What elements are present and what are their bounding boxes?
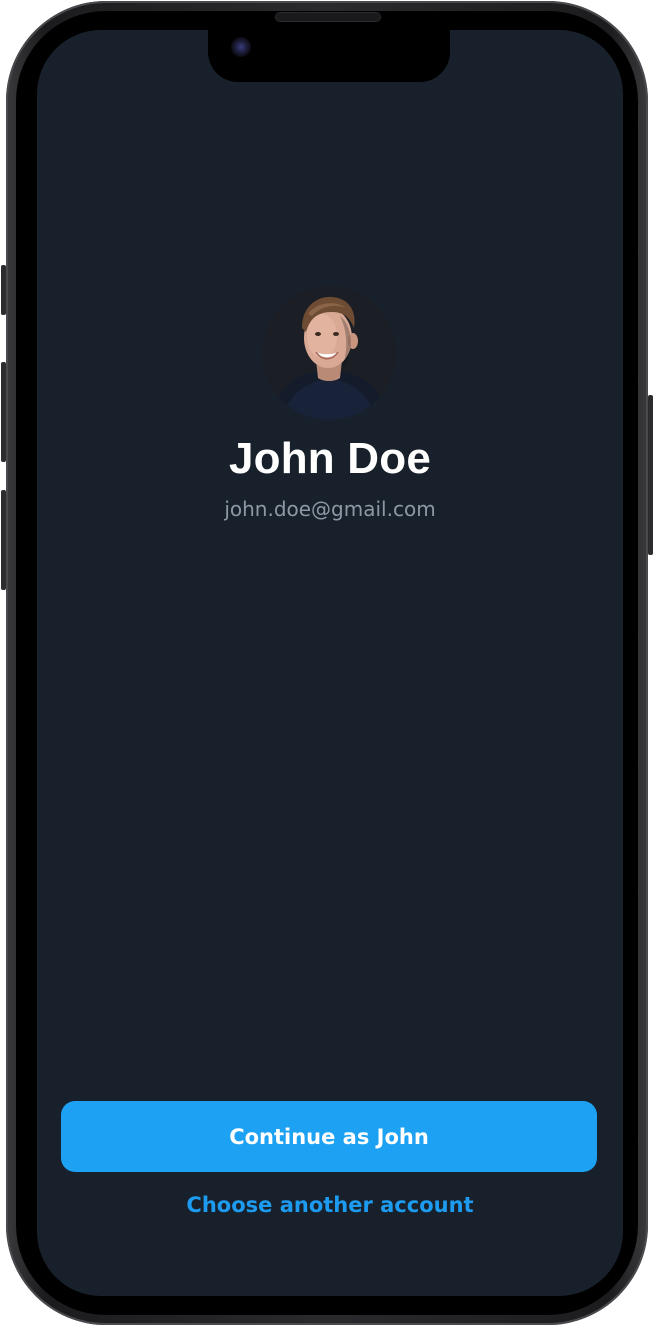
silent-switch bbox=[1, 265, 6, 315]
volume-down-button bbox=[1, 490, 6, 590]
speaker-grille bbox=[275, 12, 381, 22]
choose-another-account-link[interactable]: Choose another account bbox=[37, 1193, 623, 1217]
front-camera-icon bbox=[231, 37, 251, 57]
user-photo-icon bbox=[262, 286, 396, 420]
user-email: john.doe@gmail.com bbox=[224, 497, 436, 521]
continue-button[interactable]: Continue as John bbox=[61, 1101, 597, 1172]
power-button bbox=[648, 395, 653, 555]
app-screen: John Doe john.doe@gmail.com Continue as … bbox=[37, 30, 623, 1296]
user-name: John Doe bbox=[228, 434, 432, 483]
volume-up-button bbox=[1, 362, 6, 462]
avatar bbox=[262, 286, 396, 420]
